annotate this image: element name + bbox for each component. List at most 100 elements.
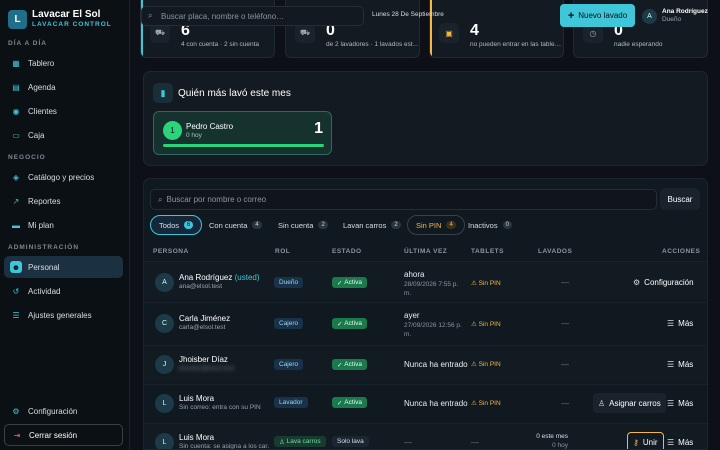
col-ultima-vez: ÚLTIMA VEZ xyxy=(404,248,448,255)
staff-panel: ⌕ Buscar por nombre o correo Buscar Todos… xyxy=(143,178,708,450)
sidebar-item-label: Caja xyxy=(28,130,45,140)
sidebar-item-reportes[interactable]: ↗ Reportes xyxy=(4,190,123,212)
grid-icon: ▦ xyxy=(12,58,20,68)
search-icon: ⌕ xyxy=(158,194,163,204)
filter-label: Con cuenta xyxy=(209,220,248,230)
role-badge: Dueño xyxy=(274,277,304,288)
filter-count: 6 xyxy=(184,221,194,229)
staff-search-button[interactable]: Buscar xyxy=(660,188,700,210)
user-menu[interactable]: A Ana Rodríguez Dueño xyxy=(642,8,708,24)
search-icon: ⌕ xyxy=(148,11,153,20)
sidebar-settings[interactable]: ⚙ Configuración xyxy=(4,400,123,422)
sidebar-item-personal[interactable]: ☻ Personal xyxy=(4,256,123,278)
sidebar-item-clientes[interactable]: ◉ Clientes xyxy=(4,100,123,122)
filter-count: 2 xyxy=(318,221,328,229)
person-email: Sin cuenta: se asigna a los car… xyxy=(179,443,269,450)
table-row[interactable]: J Jhoisber Díaz jhoisber@elsol.test Caje… xyxy=(143,345,707,383)
more-button[interactable]: ☰ Más xyxy=(662,354,698,374)
filter-sin-cuenta[interactable]: Sin cuenta 2 xyxy=(270,215,336,235)
staff-search-placeholder: Buscar por nombre o correo xyxy=(166,195,267,204)
washes-count: — xyxy=(561,360,569,369)
washes-month: 0 este mes xyxy=(536,433,568,440)
table-row[interactable]: L Luis Mora Sin cuenta: se asigna a los … xyxy=(144,423,707,450)
washer-progress-bar xyxy=(163,144,324,147)
filter-todos[interactable]: Todos 6 xyxy=(150,215,203,235)
col-tablets: TABLETS xyxy=(471,248,504,255)
brand[interactable]: L Lavacar El Sol LAVACAR CONTROL xyxy=(8,9,112,29)
sidebar-item-miplan[interactable]: ▬ Mi plan xyxy=(4,214,123,236)
logout-button[interactable]: ⇥ Cerrar sesión xyxy=(4,424,123,446)
person-name: Luis Mora xyxy=(179,433,215,442)
key-icon: ⚷ xyxy=(633,437,639,447)
filter-label: Inactivos xyxy=(468,220,498,230)
col-acciones: ACCIONES xyxy=(662,248,701,255)
role-badge: Cajero xyxy=(274,359,304,370)
sidebar-item-catalogo[interactable]: ◈ Catálogo y precios xyxy=(4,166,123,188)
washer-today: 0 hoy xyxy=(186,132,202,139)
sidebar-item-tablero[interactable]: ▦ Tablero xyxy=(4,52,123,74)
new-wash-button[interactable]: + Nuevo lavado xyxy=(560,4,635,27)
status-text: Activa xyxy=(344,279,362,286)
more-button[interactable]: ☰ Más xyxy=(662,313,698,333)
person-name-text: Ana Rodríguez xyxy=(179,273,233,282)
action-label: Configuración xyxy=(644,277,694,287)
status-badge: ✓ Activa xyxy=(332,397,367,408)
tablets-status: ⚠ Sin PIN xyxy=(471,279,501,288)
person-email: ana@elsol.test xyxy=(179,283,223,290)
tablets-text: Sin PIN xyxy=(478,279,501,287)
role-badge: Cajero xyxy=(274,318,304,329)
filter-sin-pin[interactable]: Sin PIN 4 xyxy=(407,215,465,235)
washes-today: 0 hoy xyxy=(552,442,568,449)
sidebar-item-label: Mi plan xyxy=(28,220,54,230)
app-name: Lavacar El Sol xyxy=(32,9,101,20)
action-label: Más xyxy=(678,318,694,328)
table-row[interactable]: C Carla Jiménez carla@elsol.test Cajero … xyxy=(144,302,707,340)
filter-inactivos[interactable]: Inactivos 0 xyxy=(460,215,520,235)
row-accent xyxy=(143,352,144,380)
table-row[interactable]: A Ana Rodríguez (usted) ana@elsol.test D… xyxy=(144,261,707,299)
person-icon: ♙ xyxy=(279,438,287,446)
logout-label: Cerrar sesión xyxy=(29,430,78,440)
sidebar-item-actividad[interactable]: ↺ Actividad xyxy=(4,280,123,302)
people-icon: ☻ xyxy=(10,261,22,273)
washes-count: — xyxy=(561,319,569,328)
last-seen-date: 28/09/2026 7:55 p. m. xyxy=(404,281,459,297)
sidebar-item-agenda[interactable]: ▤ Agenda xyxy=(4,76,123,98)
status-text: Activa xyxy=(344,399,362,406)
col-lavados: LAVADOS xyxy=(538,248,573,255)
filter-con-cuenta[interactable]: Con cuenta 4 xyxy=(201,215,270,235)
more-button[interactable]: ☰ Más xyxy=(662,393,698,413)
new-wash-label: Nuevo lavado xyxy=(578,11,628,20)
sidebar-item-ajustes[interactable]: ☰ Ajustes generales xyxy=(4,304,123,326)
person-name: Ana Rodríguez (usted) xyxy=(179,273,260,282)
merge-button[interactable]: ⚷ Unir xyxy=(627,432,664,449)
washer-name: Pedro Castro xyxy=(186,122,234,131)
last-seen: Nunca ha entrado xyxy=(404,360,468,369)
status-badge: ✓ Activa xyxy=(332,318,367,329)
person-name: Luis Mora xyxy=(179,394,215,403)
more-button[interactable]: ☰ Más xyxy=(662,432,698,449)
status-badge: ✓ Activa xyxy=(332,277,367,288)
assign-cars-button[interactable]: ♙ Asignar carros xyxy=(593,393,666,413)
chart-icon: ↗ xyxy=(12,196,20,206)
users-icon: ◉ xyxy=(12,106,20,116)
filter-lavan-carros[interactable]: Lavan carros 2 xyxy=(335,215,409,235)
rank-badge: 1 xyxy=(163,121,182,140)
table-row[interactable]: L Luis Mora Sin correo: entra con su PIN… xyxy=(144,384,707,422)
sidebar-item-caja[interactable]: ▭ Caja xyxy=(4,124,123,146)
bar-chart-icon: ▮ xyxy=(153,83,173,103)
check-icon: ✓ xyxy=(337,361,345,369)
person-icon: ♙ xyxy=(598,398,606,408)
filter-label: Sin cuenta xyxy=(278,220,314,230)
person-email: carla@elsol.test xyxy=(179,324,226,331)
config-button[interactable]: ⚙ Configuración xyxy=(628,272,699,292)
filter-label: Lavan carros xyxy=(343,220,387,230)
sidebar-item-label: Configuración xyxy=(28,406,78,416)
global-search-input[interactable]: ⌕ Buscar placa, nombre o teléfono… xyxy=(141,6,364,26)
you-tag: (usted) xyxy=(234,273,260,282)
tablets-text: Sin PIN xyxy=(478,320,501,328)
current-date: Lunes 28 De Septiembre xyxy=(372,11,444,18)
user-name: Ana Rodríguez xyxy=(662,8,708,15)
staff-search-input[interactable]: ⌕ Buscar por nombre o correo xyxy=(150,189,657,210)
warning-icon: ⚠ xyxy=(471,321,479,328)
